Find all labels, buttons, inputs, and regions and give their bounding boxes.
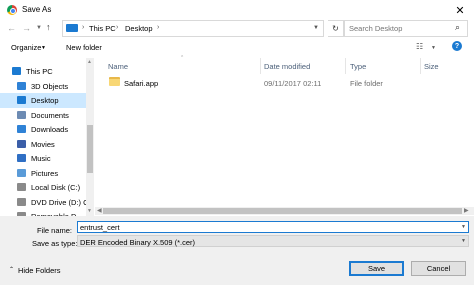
file-type-cell: File folder <box>350 79 383 88</box>
new-folder-button[interactable]: New folder <box>66 43 102 52</box>
address-chevron-down-icon[interactable]: ▼ <box>313 25 319 31</box>
sidebar-item-label: DVD Drive (D:) C <box>31 197 89 207</box>
breadcrumb-separator[interactable]: › <box>82 24 84 31</box>
chevron-up-icon[interactable]: ⌃ <box>9 266 14 273</box>
nav-pane-scroll-thumb[interactable] <box>87 125 93 173</box>
forward-arrow-icon[interactable]: → <box>22 23 31 33</box>
sidebar-item-label: Pictures <box>31 168 59 178</box>
desktop-icon <box>17 96 26 104</box>
sidebar-item-local-disk-c[interactable]: Local Disk (C:) <box>0 180 86 195</box>
file-name-chevron-down-icon[interactable]: ▼ <box>461 224 466 230</box>
file-date-cell: 09/11/2017 02:11 <box>264 79 322 88</box>
breadcrumb-this-pc[interactable]: This PC <box>89 24 116 33</box>
sidebar-item-label: Downloads <box>31 125 69 134</box>
recent-locations-chevron-icon[interactable]: ▼ <box>36 25 42 31</box>
save-button[interactable]: Save <box>349 261 404 276</box>
save-type-chevron-down-icon[interactable]: ▼ <box>461 238 466 244</box>
save-type-label: Save as type: <box>32 239 78 248</box>
scroll-right-arrow-icon[interactable]: ▶ <box>464 207 469 214</box>
pictures-icon <box>17 168 26 177</box>
download-icon <box>17 125 26 133</box>
sidebar-item-downloads[interactable]: Downloads <box>0 122 86 137</box>
chrome-icon <box>7 5 17 15</box>
file-list-scroll-thumb[interactable] <box>103 208 462 214</box>
window-title: Save As <box>22 5 52 14</box>
file-name-input[interactable] <box>80 223 450 232</box>
column-header-size[interactable]: Size <box>424 62 439 71</box>
up-arrow-icon[interactable]: ↑ <box>46 22 51 32</box>
column-header-date-modified[interactable]: Date modified <box>264 62 310 71</box>
column-divider[interactable] <box>260 58 261 74</box>
hide-folders-button[interactable]: Hide Folders <box>18 266 61 275</box>
sidebar-item-label: Music <box>31 154 51 163</box>
sidebar-item-documents[interactable]: Documents <box>0 108 86 123</box>
sidebar-item-dvd-drive-d-c[interactable]: DVD Drive (D:) C <box>0 195 89 210</box>
folder-icon <box>109 77 120 86</box>
breadcrumb-desktop[interactable]: Desktop <box>125 24 153 33</box>
search-icon[interactable]: ⌕ <box>455 22 460 33</box>
file-name-label: File name: <box>37 226 73 235</box>
scroll-up-arrow-icon[interactable]: ▲ <box>87 59 92 65</box>
column-divider[interactable] <box>420 58 421 74</box>
music-icon <box>17 154 26 162</box>
sort-chevron-up-icon: ⌃ <box>180 55 185 61</box>
view-options-icon[interactable]: ☷ <box>416 42 423 51</box>
sidebar-item-label: Documents <box>31 110 69 120</box>
disk-icon <box>17 183 26 191</box>
refresh-button[interactable]: ↻ <box>328 20 344 37</box>
column-header-name[interactable]: Name <box>108 62 128 71</box>
sidebar-item-label: Movies <box>31 139 55 149</box>
breadcrumb-separator[interactable]: › <box>116 24 118 31</box>
help-icon[interactable]: ? <box>452 41 462 51</box>
sidebar-item-label: Local Disk (C:) <box>31 183 81 192</box>
pc-icon <box>12 67 21 75</box>
organize-button[interactable]: Organize <box>11 43 41 52</box>
sidebar-item-this-pc[interactable]: This PC <box>0 64 86 79</box>
cube-icon <box>17 81 26 90</box>
view-chevron-down-icon[interactable]: ▼ <box>431 45 436 51</box>
breadcrumb-separator[interactable]: › <box>157 24 159 31</box>
scroll-left-arrow-icon[interactable]: ◀ <box>97 207 102 214</box>
movies-icon <box>17 139 26 148</box>
column-divider[interactable] <box>345 58 346 74</box>
sidebar-item-removable-d[interactable]: Removable D <box>0 209 86 216</box>
sidebar-item-3d-objects[interactable]: 3D Objects <box>0 79 86 94</box>
column-header-type[interactable]: Type <box>350 62 366 71</box>
pc-icon <box>66 24 78 32</box>
file-name-cell[interactable]: Safari.app <box>124 79 158 88</box>
sidebar-item-label: 3D Objects <box>31 81 69 91</box>
title-bar <box>0 0 474 20</box>
navigation-pane: This PC 3D Objects Desktop Documents Downloa… <box>0 58 95 216</box>
sidebar-item-desktop[interactable]: Desktop <box>0 93 86 108</box>
organize-chevron-down-icon[interactable]: ▼ <box>41 45 46 51</box>
dvd-icon <box>17 197 26 206</box>
sidebar-item-label: Desktop <box>31 96 59 105</box>
sidebar-item-label: This PC <box>26 67 53 76</box>
scroll-down-arrow-icon[interactable]: ▼ <box>87 208 92 214</box>
sidebar-item-movies[interactable]: Movies <box>0 137 86 152</box>
sidebar-item-pictures[interactable]: Pictures <box>0 166 86 181</box>
back-arrow-icon[interactable]: ← <box>7 23 16 33</box>
close-button[interactable]: ✕ <box>446 0 474 20</box>
documents-icon <box>17 110 26 119</box>
search-input[interactable] <box>349 24 449 33</box>
save-type-value[interactable]: DER Encoded Binary X.509 (*.cer) <box>80 238 195 247</box>
sidebar-item-music[interactable]: Music <box>0 151 86 166</box>
cancel-button[interactable]: Cancel <box>411 261 466 276</box>
